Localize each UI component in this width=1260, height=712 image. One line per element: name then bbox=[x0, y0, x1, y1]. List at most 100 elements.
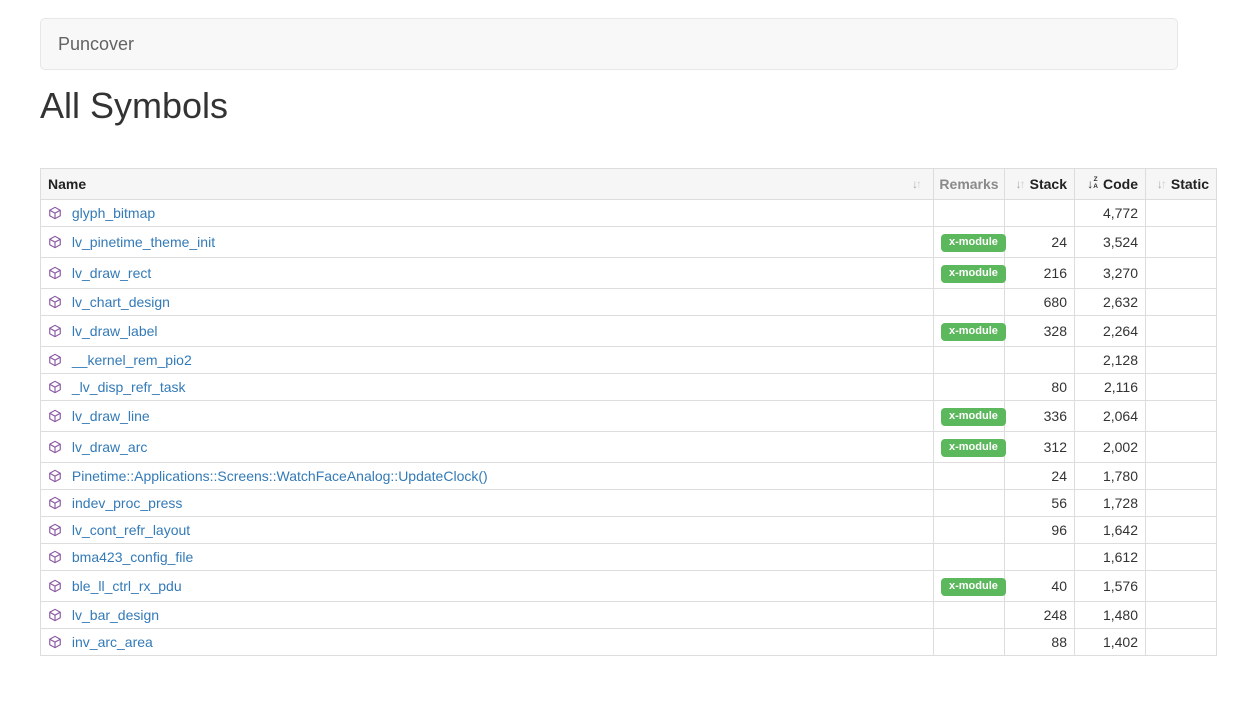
symbol-link[interactable]: Pinetime::Applications::Screens::WatchFa… bbox=[72, 468, 488, 484]
x-module-badge: x-module bbox=[941, 439, 1006, 457]
table-row: lv_draw_rect x-module 216 3,270 bbox=[41, 257, 1217, 288]
column-header-code[interactable]: ↓ ZA Code bbox=[1075, 168, 1146, 199]
static-value bbox=[1146, 516, 1217, 543]
stack-value: 88 bbox=[1005, 628, 1075, 655]
symbol-cube-icon bbox=[48, 295, 62, 309]
code-value: 1,576 bbox=[1075, 570, 1146, 601]
static-value bbox=[1146, 400, 1217, 431]
static-value bbox=[1146, 431, 1217, 462]
symbol-cube-icon bbox=[48, 608, 62, 622]
symbol-cube-icon bbox=[48, 440, 62, 454]
symbol-link[interactable]: lv_draw_line bbox=[72, 408, 150, 424]
static-value bbox=[1146, 199, 1217, 226]
column-label-static: Static bbox=[1171, 176, 1209, 192]
code-value: 1,480 bbox=[1075, 601, 1146, 628]
table-row: inv_arc_area 88 1,402 bbox=[41, 628, 1217, 655]
static-value bbox=[1146, 315, 1217, 346]
symbol-link[interactable]: lv_pinetime_theme_init bbox=[72, 234, 215, 250]
symbol-link[interactable]: glyph_bitmap bbox=[72, 205, 155, 221]
column-header-stack[interactable]: ↓↑ Stack bbox=[1005, 168, 1075, 199]
code-value: 3,524 bbox=[1075, 226, 1146, 257]
static-value bbox=[1146, 543, 1217, 570]
column-label-stack: Stack bbox=[1030, 176, 1067, 192]
stack-value: 40 bbox=[1005, 570, 1075, 601]
symbol-cube-icon bbox=[48, 635, 62, 649]
symbol-link[interactable]: lv_draw_rect bbox=[72, 265, 151, 281]
code-value: 1,728 bbox=[1075, 489, 1146, 516]
stack-value: 336 bbox=[1005, 400, 1075, 431]
stack-value: 680 bbox=[1005, 288, 1075, 315]
symbol-cube-icon bbox=[48, 469, 62, 483]
column-header-static[interactable]: ↓↑ Static bbox=[1146, 168, 1217, 199]
sort-both-icon: ↓↑ bbox=[1157, 177, 1165, 191]
symbol-link[interactable]: _lv_disp_refr_task bbox=[72, 379, 186, 395]
column-header-remarks: Remarks bbox=[934, 168, 1005, 199]
page-title: All Symbols bbox=[40, 86, 1260, 126]
symbol-cube-icon bbox=[48, 235, 62, 249]
static-value bbox=[1146, 462, 1217, 489]
table-row: lv_draw_arc x-module 312 2,002 bbox=[41, 431, 1217, 462]
stack-value bbox=[1005, 543, 1075, 570]
symbol-link[interactable]: lv_draw_label bbox=[72, 323, 158, 339]
static-value bbox=[1146, 257, 1217, 288]
symbol-link[interactable]: lv_chart_design bbox=[72, 294, 170, 310]
symbol-cube-icon bbox=[48, 353, 62, 367]
table-row: __kernel_rem_pio2 2,128 bbox=[41, 346, 1217, 373]
table-row: lv_draw_label x-module 328 2,264 bbox=[41, 315, 1217, 346]
code-value: 2,128 bbox=[1075, 346, 1146, 373]
code-value: 1,642 bbox=[1075, 516, 1146, 543]
table-header-row: Name ↓↑ Remarks ↓↑ Stack bbox=[41, 168, 1217, 199]
column-label-remarks: Remarks bbox=[939, 176, 998, 192]
code-value: 2,116 bbox=[1075, 373, 1146, 400]
symbol-link[interactable]: inv_arc_area bbox=[72, 634, 153, 650]
table-row: lv_bar_design 248 1,480 bbox=[41, 601, 1217, 628]
stack-value: 56 bbox=[1005, 489, 1075, 516]
symbol-link[interactable]: indev_proc_press bbox=[72, 495, 183, 511]
code-value: 1,780 bbox=[1075, 462, 1146, 489]
column-header-name[interactable]: Name ↓↑ bbox=[41, 168, 934, 199]
stack-value: 248 bbox=[1005, 601, 1075, 628]
symbol-cube-icon bbox=[48, 380, 62, 394]
stack-value bbox=[1005, 346, 1075, 373]
static-value bbox=[1146, 628, 1217, 655]
symbol-cube-icon bbox=[48, 523, 62, 537]
symbol-cube-icon bbox=[48, 496, 62, 510]
table-row: glyph_bitmap 4,772 bbox=[41, 199, 1217, 226]
symbol-link[interactable]: bma423_config_file bbox=[72, 549, 193, 565]
x-module-badge: x-module bbox=[941, 234, 1006, 252]
column-label-name: Name bbox=[48, 176, 86, 192]
table-row: lv_pinetime_theme_init x-module 24 3,524 bbox=[41, 226, 1217, 257]
symbols-table: Name ↓↑ Remarks ↓↑ Stack bbox=[40, 168, 1216, 656]
navbar-brand-link[interactable]: Puncover bbox=[58, 34, 134, 54]
symbol-link[interactable]: ble_ll_ctrl_rx_pdu bbox=[72, 578, 182, 594]
code-value: 2,632 bbox=[1075, 288, 1146, 315]
stack-value: 312 bbox=[1005, 431, 1075, 462]
symbols-table-body: glyph_bitmap 4,772 lv_pinetime_theme_ini… bbox=[41, 199, 1217, 655]
static-value bbox=[1146, 346, 1217, 373]
symbol-cube-icon bbox=[48, 266, 62, 280]
stack-value bbox=[1005, 199, 1075, 226]
code-value: 2,264 bbox=[1075, 315, 1146, 346]
symbol-link[interactable]: lv_draw_arc bbox=[72, 439, 147, 455]
stack-value: 24 bbox=[1005, 462, 1075, 489]
symbol-cube-icon bbox=[48, 324, 62, 338]
static-value bbox=[1146, 570, 1217, 601]
stack-value: 216 bbox=[1005, 257, 1075, 288]
code-value: 3,270 bbox=[1075, 257, 1146, 288]
code-value: 1,402 bbox=[1075, 628, 1146, 655]
x-module-badge: x-module bbox=[941, 265, 1006, 283]
table-row: Pinetime::Applications::Screens::WatchFa… bbox=[41, 462, 1217, 489]
code-value: 2,064 bbox=[1075, 400, 1146, 431]
stack-value: 24 bbox=[1005, 226, 1075, 257]
sort-descending-icon: ↓ ZA bbox=[1087, 177, 1098, 191]
symbol-link[interactable]: lv_cont_refr_layout bbox=[72, 522, 190, 538]
navbar: Puncover bbox=[40, 18, 1178, 70]
symbol-link[interactable]: lv_bar_design bbox=[72, 607, 159, 623]
column-label-code: Code bbox=[1103, 176, 1138, 192]
symbol-link[interactable]: __kernel_rem_pio2 bbox=[72, 352, 192, 368]
table-row: bma423_config_file 1,612 bbox=[41, 543, 1217, 570]
code-value: 4,772 bbox=[1075, 199, 1146, 226]
table-row: lv_cont_refr_layout 96 1,642 bbox=[41, 516, 1217, 543]
table-row: lv_chart_design 680 2,632 bbox=[41, 288, 1217, 315]
static-value bbox=[1146, 373, 1217, 400]
